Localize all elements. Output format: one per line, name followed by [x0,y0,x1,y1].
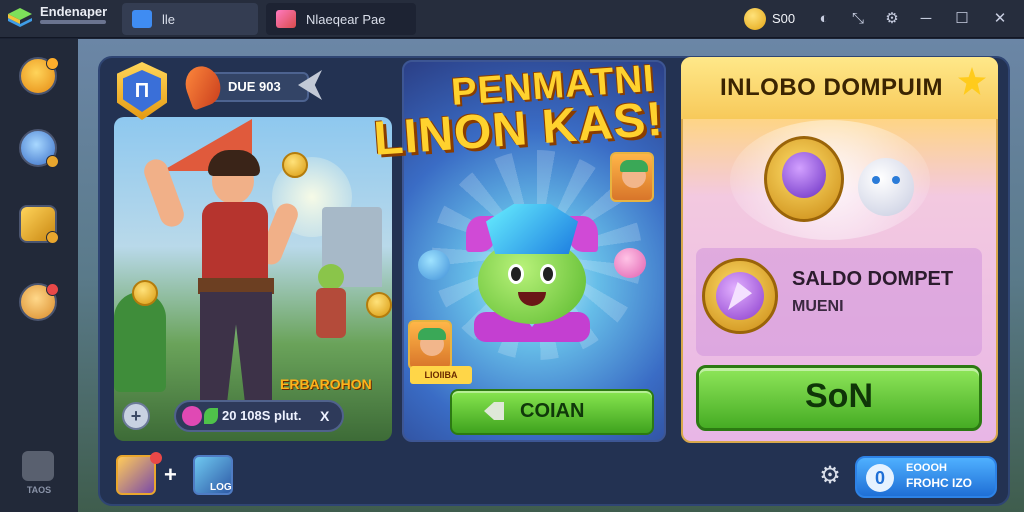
home-icon [132,10,152,28]
sidebar-bottom-label: TAOS [26,485,52,495]
pill-counter: 0 [866,464,894,492]
spirit-eye [892,176,900,184]
mascot-eye [540,264,556,284]
claim-button-label: COIAN [520,400,585,422]
character-cap [418,328,446,340]
tab-game[interactable]: Nlaeqear Pae [266,3,416,35]
plus-icon: + [164,462,177,487]
hero-legs [200,292,272,400]
pet-icon [418,250,450,280]
goblin-body [316,288,346,338]
spirit-eye [872,176,880,184]
hero-armor [202,202,268,284]
character-card [408,320,452,370]
mascot-eye [508,264,524,284]
pet-icon [614,248,646,278]
notification-badge [46,231,59,244]
coin-icon[interactable] [744,8,766,30]
mascot-hat [486,204,578,254]
pill-line1: EOOOH [906,462,947,474]
mascot-character [466,204,598,344]
sidebar-item-emoji[interactable] [19,57,59,95]
hero-character [140,150,302,400]
game-icon [276,10,296,28]
character-cap [620,160,648,172]
balance-title: SALDO DOMPET [792,268,954,290]
balance-subtitle: MUENI [792,298,844,315]
app-name: Endenaper [40,4,108,19]
gear-icon[interactable]: ⚙ [816,462,844,490]
tab-game-label: Nlaeqear Pae [306,12,386,27]
hero-hair [208,150,260,176]
inventory-slot-label: LOG [210,482,232,493]
hero-caption: ERBAROHON [280,376,372,392]
sidebar-item-avatar[interactable] [19,129,59,168]
coin-icon [282,152,308,178]
pill-line2: FROHC IZO [906,476,972,490]
sidebar-bottom-icon[interactable] [22,451,54,481]
sidebar: TAOS [0,39,78,512]
event-ribbon-text: DUE 903 [228,79,281,94]
spirit-pet-icon [858,158,914,216]
minimize-icon[interactable]: ─ [916,9,936,29]
title-bar: Endenaper lle Nlaeqear Pae S00 ◐ ⤡ ⚙ ─ ☐… [0,0,1024,38]
notification-badge [46,155,59,168]
goblin-head [318,264,344,290]
close-icon[interactable]: ✕ [990,9,1010,29]
app-logo-icon [8,8,32,27]
gem-icon [182,406,202,426]
collapse-icon[interactable]: ⤡ [848,9,868,29]
account-icon[interactable]: ◐ [814,9,834,29]
gem-icon [782,152,826,198]
sidebar-item-scroll[interactable] [19,283,59,321]
maximize-icon[interactable]: ☐ [952,9,972,29]
hero-belt [198,278,274,294]
sidebar-item-chest[interactable] [19,205,59,244]
son-button-label: SoN [805,377,873,415]
resource-pill-text: 20 108S plut. [222,408,302,423]
tab-home-label: lle [162,12,176,27]
coin-icon [366,292,392,318]
tab-home[interactable]: lle [122,3,258,35]
character-card [610,152,654,202]
app-subtitle-bar [40,20,106,24]
close-icon[interactable]: X [320,408,329,424]
notification-badge [46,283,59,296]
goblin-character [312,264,350,344]
character-card-label: LIOIIBA [410,366,472,384]
notification-badge [150,452,162,464]
leaf-icon [204,408,218,424]
coin-balance: S00 [772,11,796,26]
add-button[interactable]: + [122,402,150,430]
settings-icon[interactable]: ⚙ [882,9,902,29]
notification-badge [46,57,59,70]
wallet-card-title: INLOBO DOMPUIM [720,74,943,101]
